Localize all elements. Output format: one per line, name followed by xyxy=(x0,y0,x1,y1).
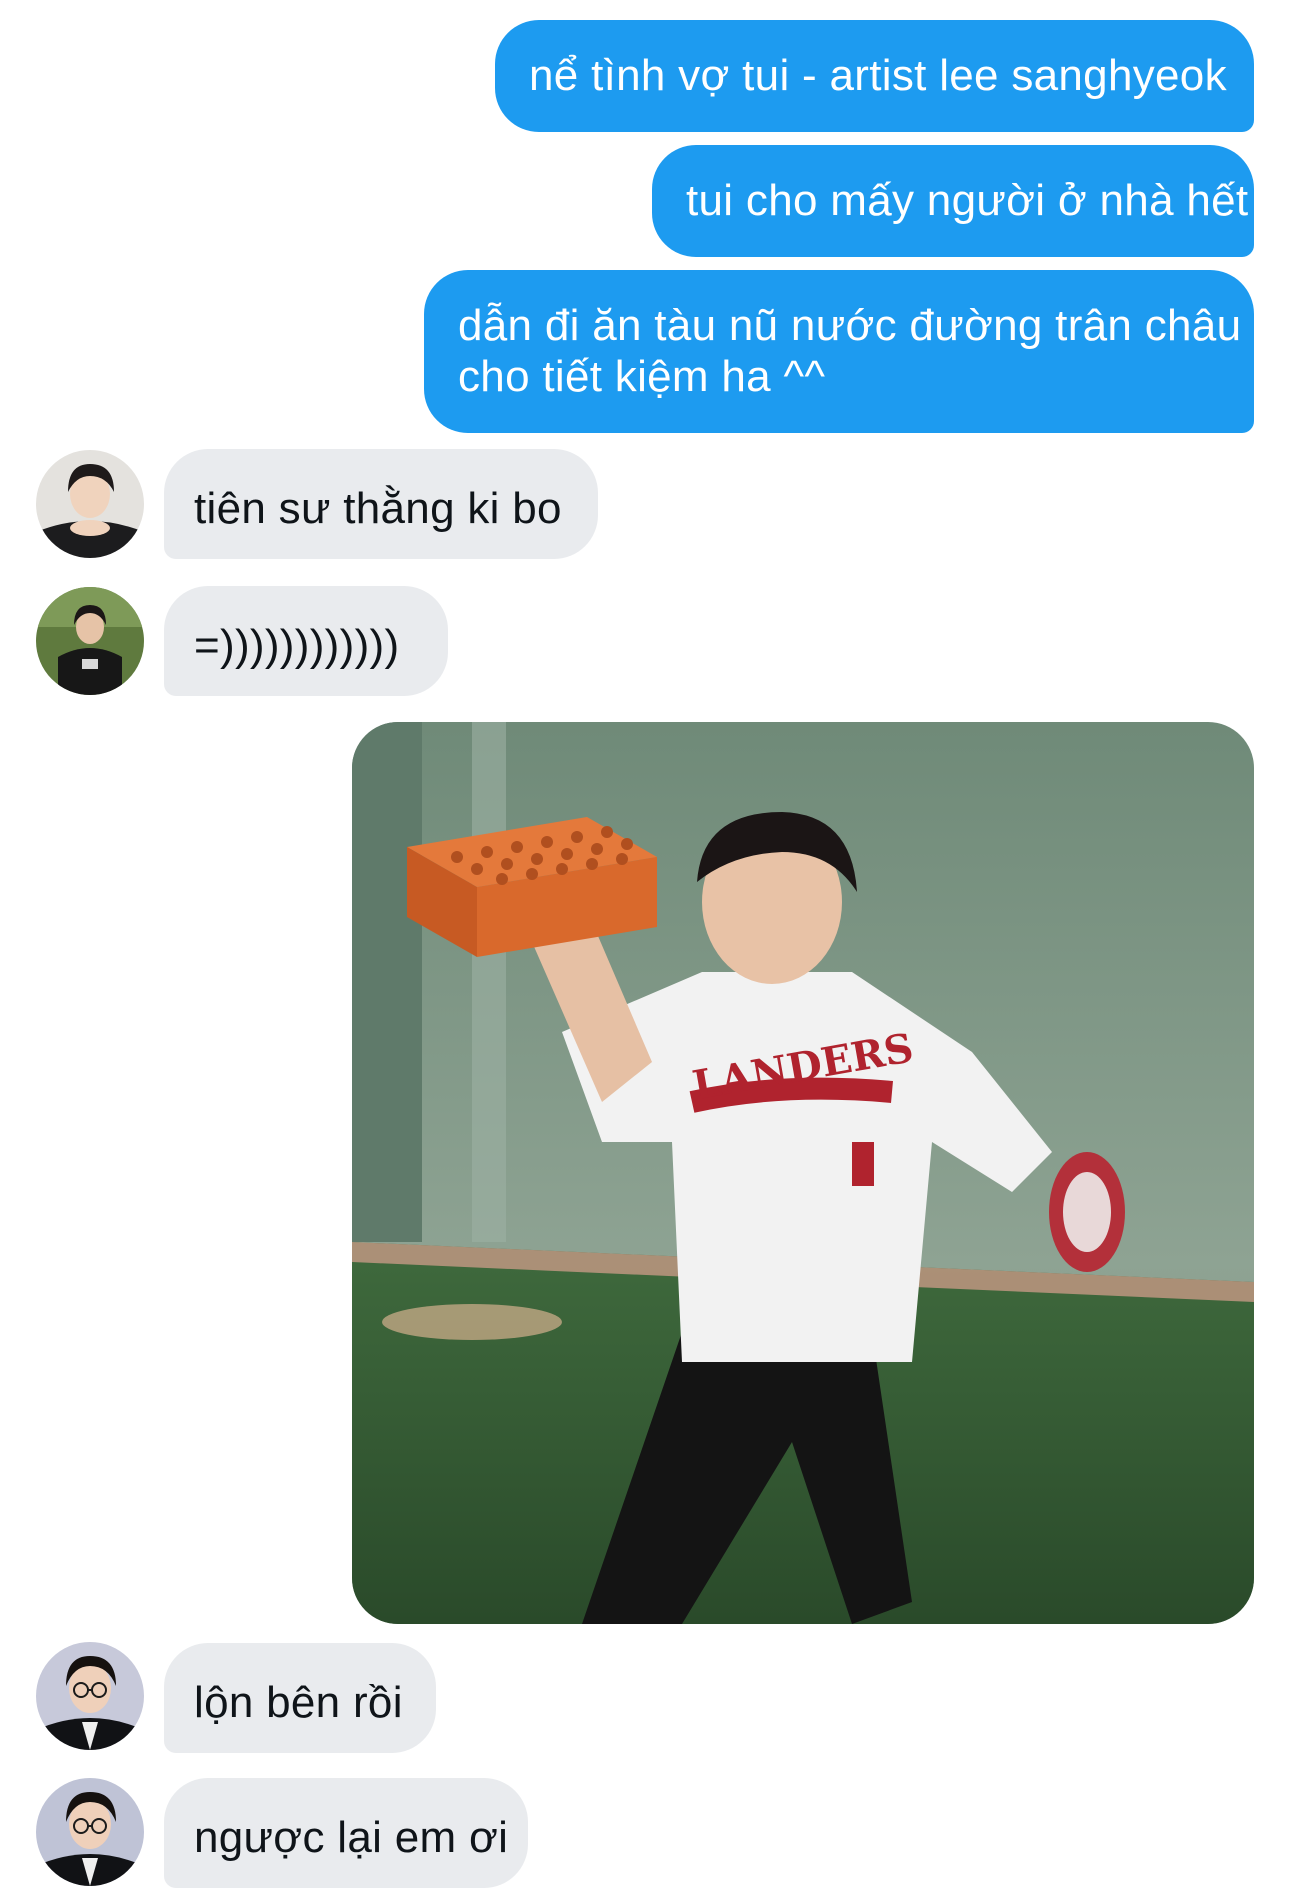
outgoing-message-3[interactable]: dẫn đi ăn tàu nũ nước đường trân châu ch… xyxy=(424,270,1254,433)
image-message[interactable]: LANDERS xyxy=(352,722,1254,1624)
meme-photo: LANDERS xyxy=(352,722,1254,1624)
avatar-user-2[interactable] xyxy=(36,587,144,695)
message-text-line-2: cho tiết kiệm ha ^^ xyxy=(458,352,826,401)
message-text-line-1: dẫn đi ăn tàu nũ nước đường trân châu xyxy=(458,301,1242,350)
incoming-message-3[interactable]: lộn bên rồi xyxy=(164,1643,436,1753)
message-text: nể tình vợ tui - artist lee sanghyeok xyxy=(529,51,1227,100)
avatar-image xyxy=(36,1778,144,1886)
avatar-user-1[interactable] xyxy=(36,450,144,558)
message-text: lộn bên rồi xyxy=(194,1678,403,1727)
avatar-user-3[interactable] xyxy=(36,1642,144,1750)
message-text: =)))))))))))) xyxy=(194,621,400,670)
avatar-image xyxy=(36,587,144,695)
message-text: ngược lại em ơi xyxy=(194,1813,509,1862)
outgoing-message-1[interactable]: nể tình vợ tui - artist lee sanghyeok xyxy=(495,20,1254,132)
incoming-message-1[interactable]: tiên sư thằng ki bo xyxy=(164,449,598,559)
incoming-message-2[interactable]: =)))))))))))) xyxy=(164,586,448,696)
incoming-message-4[interactable]: ngược lại em ơi xyxy=(164,1778,528,1888)
message-text: tiên sư thằng ki bo xyxy=(194,484,562,533)
avatar-user-3-repeat[interactable] xyxy=(36,1778,144,1886)
avatar-image xyxy=(36,450,144,558)
avatar-image xyxy=(36,1642,144,1750)
outgoing-message-2[interactable]: tui cho mấy người ở nhà hết xyxy=(652,145,1254,257)
message-text: tui cho mấy người ở nhà hết xyxy=(686,176,1249,225)
